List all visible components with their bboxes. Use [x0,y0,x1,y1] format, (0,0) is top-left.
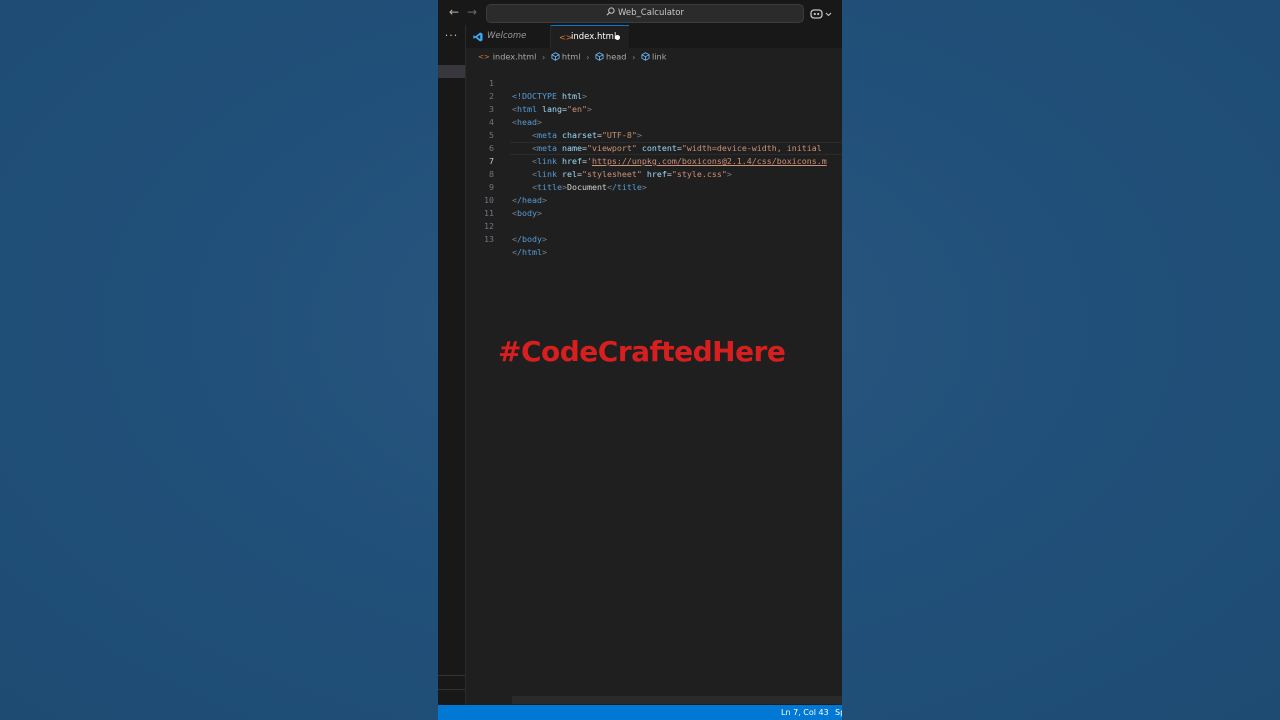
command-center-search[interactable]: Web_Calculator [486,4,804,23]
code-token: /body [517,234,542,244]
code-line[interactable]: 1 <!DOCTYPE html> [466,64,842,101]
breadcrumb-item[interactable]: head [606,52,626,62]
element-icon [551,52,560,61]
unsaved-dot-icon[interactable] [615,35,620,40]
indentation-status[interactable]: Sp [835,705,842,720]
tab-label: index.html [571,32,617,42]
chevron-right-icon: › [542,51,546,62]
code-line[interactable]: 11 [466,194,842,218]
breadcrumb: <> index.html › html › head › link [478,50,666,62]
chevron-right-icon: › [632,51,636,62]
vscode-icon [473,32,483,42]
code-line[interactable]: 10 <body> [466,181,842,218]
horizontal-scrollbar[interactable] [512,696,842,704]
html-icon: <> [478,52,490,61]
activity-selected-item[interactable] [438,65,465,78]
line-number: 13 [484,234,494,244]
code-line[interactable]: 5 <meta name="viewport" content="width=d… [466,116,842,153]
status-bar: Ln 7, Col 43 Sp [438,705,842,720]
code-line[interactable]: 9 </head> [466,168,842,205]
code-token: /html [517,247,542,257]
activity-bar: ··· [438,25,466,705]
title-bar: ← → Web_Calculator [438,0,842,25]
breadcrumb-item[interactable]: index.html [493,52,537,62]
search-text: Web_Calculator [618,8,684,18]
chevron-right-icon: › [586,51,590,62]
element-icon [641,52,650,61]
code-line[interactable]: 8 <title>Document</title> [466,155,842,192]
copilot-icon[interactable] [810,6,836,20]
element-icon [595,52,604,61]
code-editor[interactable]: 1 <!DOCTYPE html> 2 <html lang="en"> 3 <… [466,63,842,695]
code-line[interactable]: 3 <head> [466,90,842,127]
code-line[interactable]: 4 <meta charset="UTF-8"> [466,103,842,140]
breadcrumb-item[interactable]: link [652,52,666,62]
more-icon[interactable]: ··· [438,29,465,42]
code-line[interactable]: 6 <link href='https://unpkg.com/boxicons… [466,129,842,166]
arrow-left-icon[interactable]: ← [447,5,461,19]
code-line[interactable]: 2 <html lang="en"> [466,77,842,114]
activity-divider [438,689,465,690]
code-line[interactable]: 12 </body> [466,207,842,244]
editor-tabs: Welcome <> index.html [466,25,842,49]
activity-divider [438,675,465,676]
code-line[interactable]: 7 <link rel="stylesheet" href="style.css… [466,142,842,179]
cursor-position[interactable]: Ln 7, Col 43 [781,705,829,720]
tab-index-html[interactable]: <> index.html [551,25,629,49]
breadcrumb-item[interactable]: html [562,52,581,62]
tab-label: Welcome [487,31,527,41]
arrow-right-icon[interactable]: → [465,5,479,19]
code-line[interactable]: 13 </html> [466,220,842,257]
chevron-down-icon [825,12,832,17]
watermark-text: #CodeCraftedHere [498,335,786,368]
search-icon [606,7,615,16]
tab-welcome[interactable]: Welcome [466,25,551,48]
